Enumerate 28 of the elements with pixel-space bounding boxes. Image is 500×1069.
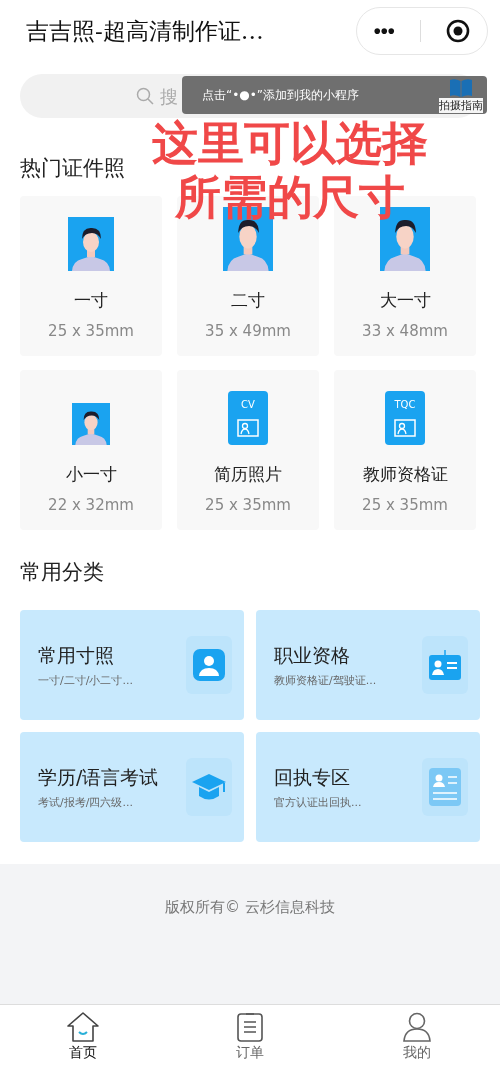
document-badge-icon: TQC xyxy=(385,391,425,445)
category-title: 职业资格 xyxy=(274,642,351,668)
size-dimensions: 22 x 32mm xyxy=(48,496,134,514)
size-name: 简历照片 xyxy=(214,463,282,486)
size-dimensions: 25 x 35mm xyxy=(362,496,448,514)
category-title: 回执专区 xyxy=(274,764,351,790)
category-title: 学历/语言考试 xyxy=(38,764,159,790)
tooltip-text: 点击“•●•”添加到我的小程序 xyxy=(202,86,360,104)
size-name: 一寸 xyxy=(74,289,108,312)
size-name: 二寸 xyxy=(231,289,265,312)
section-title: 常用分类 xyxy=(20,559,104,586)
section-title: 热门证件照 xyxy=(20,155,125,182)
copyright-text: 版权所有© 云杉信息科技 xyxy=(165,898,335,918)
size-dimensions: 25 x 35mm xyxy=(48,322,134,340)
size-dimensions: 33 x 48mm xyxy=(362,322,448,340)
category-subtitle: 一寸/二寸/小二寸... xyxy=(38,672,133,688)
document-badge-icon: CV xyxy=(228,391,268,445)
size-dimensions: 35 x 49mm xyxy=(205,322,291,340)
size-name: 大一寸 xyxy=(379,289,431,312)
size-name: 教师资格证 xyxy=(362,463,448,486)
page-title: 吉吉照-超高清制作证… xyxy=(26,16,264,46)
category-subtitle: 考试/报考/四六级... xyxy=(38,794,134,810)
category-subtitle: 教师资格证/驾驶证... xyxy=(274,672,377,688)
size-dimensions: 25 x 35mm xyxy=(205,496,291,514)
overlay-caption: 这里可以选择 xyxy=(152,116,428,170)
category-subtitle: 官方认证出回执... xyxy=(274,794,362,810)
size-name: 小一寸 xyxy=(65,463,117,486)
category-title: 常用寸照 xyxy=(38,642,115,668)
